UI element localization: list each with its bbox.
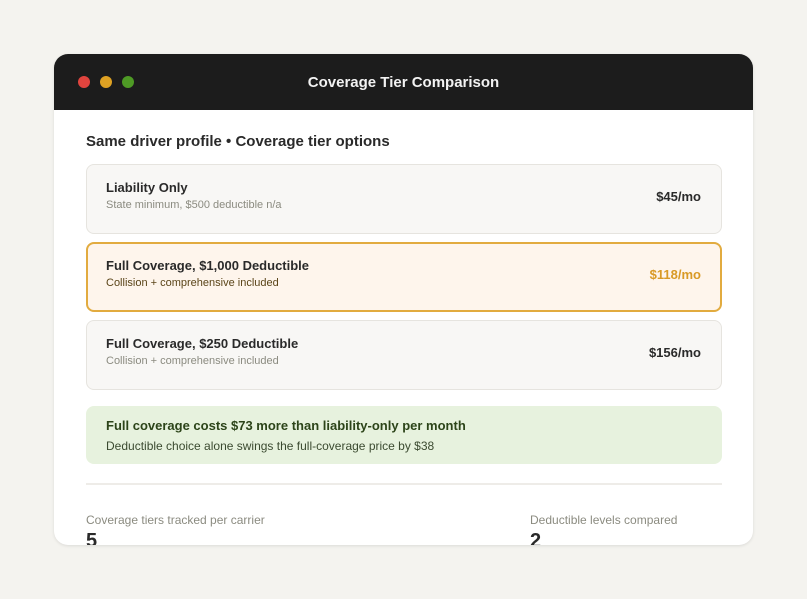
tier-price: $156/mo bbox=[648, 345, 701, 360]
tier-card-full-coverage-1000[interactable]: Full Coverage, $1,000 Deductible Collisi… bbox=[86, 242, 722, 312]
tier-price: $118/mo bbox=[649, 267, 701, 282]
callout-headline: Full coverage costs $73 more than liabil… bbox=[106, 418, 466, 433]
divider bbox=[86, 483, 722, 485]
stat-value: 5 bbox=[86, 530, 98, 545]
savings-callout: Full coverage costs $73 more than liabil… bbox=[86, 406, 722, 464]
title-bar: Coverage Tier Comparison bbox=[54, 54, 753, 110]
tier-name: Full Coverage, $1,000 Deductible bbox=[106, 258, 310, 273]
tier-name: Liability Only bbox=[106, 180, 188, 195]
tier-description: Collision + comprehensive included bbox=[106, 277, 279, 289]
tier-description: Collision + comprehensive included bbox=[106, 355, 279, 367]
tier-description: State minimum, $500 deductible n/a bbox=[106, 199, 282, 211]
window-title: Coverage Tier Comparison bbox=[307, 74, 500, 91]
section-subtitle: Same driver profile • Coverage tier opti… bbox=[86, 133, 390, 150]
stat-label: Deductible levels compared bbox=[530, 513, 678, 527]
stat-deductible-levels: Deductible levels compared 2 bbox=[530, 513, 677, 545]
stat-coverage-tiers: Coverage tiers tracked per carrier 5 bbox=[86, 513, 265, 545]
stat-label: Coverage tiers tracked per carrier bbox=[86, 513, 265, 527]
tier-price: $45/mo bbox=[656, 189, 701, 204]
tier-card-liability-only[interactable]: Liability Only State minimum, $500 deduc… bbox=[86, 164, 722, 234]
app-window: Coverage Tier Comparison Same driver pro… bbox=[54, 54, 753, 545]
callout-detail: Deductible choice alone swings the full-… bbox=[106, 439, 435, 453]
stat-value: 2 bbox=[530, 530, 542, 545]
tier-card-full-coverage-250[interactable]: Full Coverage, $250 Deductible Collision… bbox=[86, 320, 722, 390]
tier-name: Full Coverage, $250 Deductible bbox=[106, 336, 299, 351]
